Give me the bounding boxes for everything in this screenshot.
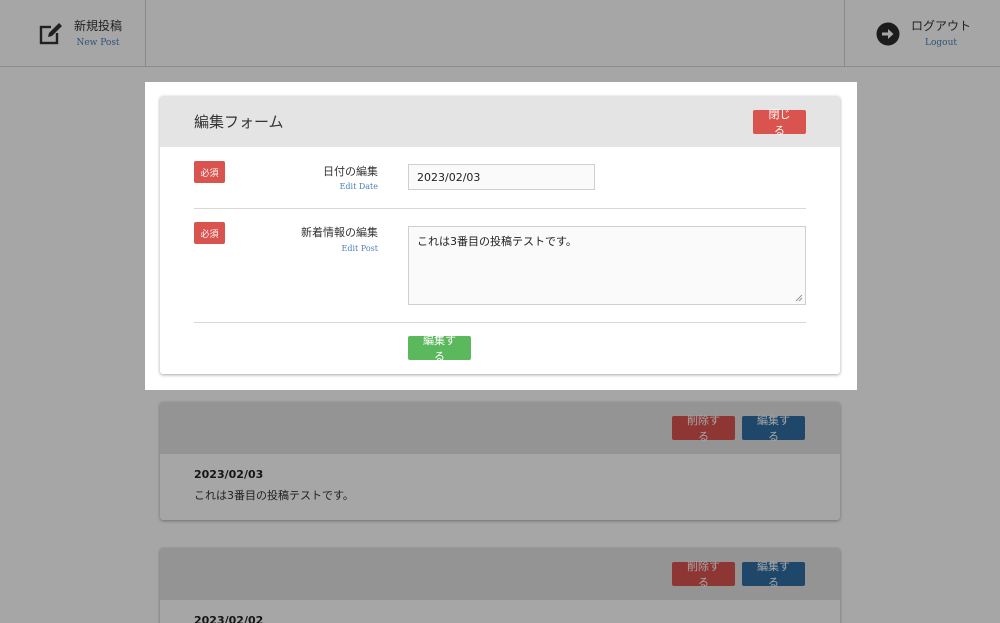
- date-field-label-en: Edit Date: [339, 182, 378, 191]
- close-button[interactable]: 閉じる: [753, 108, 806, 137]
- modal-title: 編集フォーム: [194, 113, 284, 131]
- date-input[interactable]: [408, 164, 595, 190]
- edit-modal: 編集フォーム 閉じる 必須 日付の編集 Edit Date 必須 新着情報の編集…: [145, 82, 857, 390]
- required-badge: 必須: [194, 222, 225, 244]
- post-textarea-value: これは3番目の投稿テストです。: [417, 235, 577, 248]
- divider: [194, 208, 806, 209]
- post-field-label: 新着情報の編集: [301, 226, 378, 239]
- required-badge: 必須: [194, 161, 225, 183]
- post-textarea[interactable]: これは3番目の投稿テストです。: [408, 226, 806, 305]
- edit-form-card: 編集フォーム 閉じる 必須 日付の編集 Edit Date 必須 新着情報の編集…: [160, 96, 840, 374]
- date-field-label: 日付の編集: [323, 165, 378, 178]
- divider: [194, 322, 806, 323]
- submit-edit-button[interactable]: 編集する: [408, 334, 471, 363]
- post-field-label-en: Edit Post: [341, 244, 378, 253]
- modal-header: 編集フォーム 閉じる: [160, 96, 840, 147]
- resize-handle-icon[interactable]: [795, 294, 803, 302]
